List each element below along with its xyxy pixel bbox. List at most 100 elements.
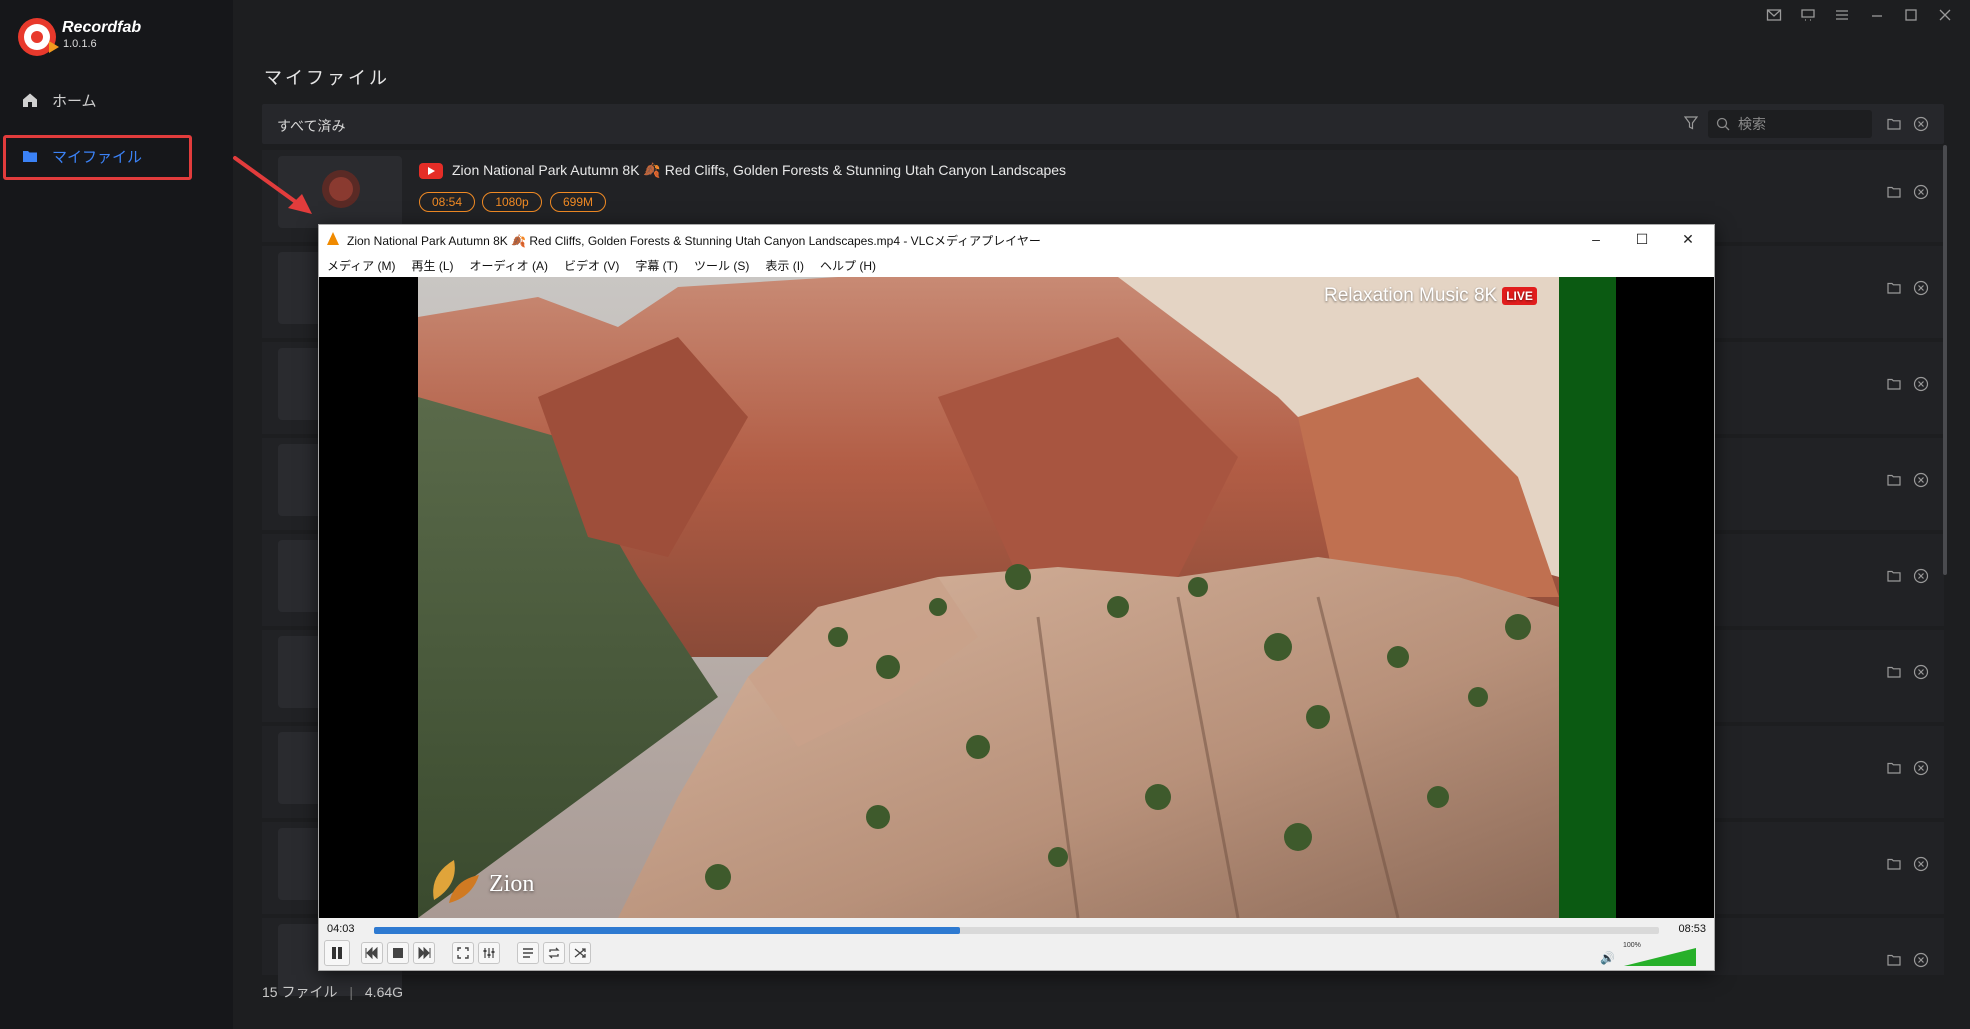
open-folder-icon[interactable] <box>1887 666 1901 678</box>
menu-audio[interactable]: オーディオ (A) <box>470 257 549 274</box>
search-icon <box>1716 117 1730 131</box>
fullscreen-button[interactable] <box>452 942 474 964</box>
delete-icon[interactable] <box>1913 376 1929 392</box>
annotation-highlight-box <box>3 135 192 180</box>
menu-icon[interactable] <box>1834 8 1850 22</box>
skip-next-icon <box>418 947 431 959</box>
skip-previous-icon <box>365 947 378 959</box>
stop-icon <box>393 948 403 958</box>
fullscreen-icon <box>457 947 469 959</box>
vlc-menubar: メディア (M) 再生 (L) オーディオ (A) ビデオ (V) 字幕 (T)… <box>319 253 1714 277</box>
delete-icon[interactable] <box>1913 184 1929 200</box>
open-folder-icon[interactable] <box>1887 118 1901 130</box>
time-elapsed: 04:03 <box>327 923 355 935</box>
menu-tools[interactable]: ツール (S) <box>694 257 749 274</box>
youtube-icon <box>419 162 443 179</box>
delete-icon[interactable] <box>1913 280 1929 296</box>
video-frame-canyon <box>418 277 1559 918</box>
equalizer-icon <box>483 948 495 958</box>
home-icon <box>23 93 37 107</box>
menu-media[interactable]: メディア (M) <box>327 257 395 274</box>
delete-icon[interactable] <box>1913 856 1929 872</box>
cart-icon[interactable] <box>1800 8 1816 22</box>
vlc-titlebar[interactable]: Zion National Park Autumn 8K 🍂 Red Cliff… <box>319 225 1714 253</box>
vlc-close-button[interactable]: ✕ <box>1676 228 1700 250</box>
open-folder-icon[interactable] <box>1887 186 1901 198</box>
open-folder-icon[interactable] <box>1887 762 1901 774</box>
sidebar-item-home[interactable]: ホーム <box>0 80 233 120</box>
open-folder-icon[interactable] <box>1887 378 1901 390</box>
sidebar-item-label: ホーム <box>52 92 97 110</box>
duration-badge: 08:54 <box>419 192 475 212</box>
file-count: 15 ファイル <box>262 984 338 1000</box>
delete-icon[interactable] <box>1913 472 1929 488</box>
page-title: マイファイル <box>264 68 390 88</box>
search-box[interactable] <box>1708 110 1872 138</box>
vlc-cone-icon <box>327 232 339 245</box>
minimize-icon[interactable] <box>1869 8 1885 22</box>
volume-slider[interactable] <box>1624 948 1696 966</box>
open-folder-icon[interactable] <box>1887 282 1901 294</box>
open-folder-icon[interactable] <box>1887 570 1901 582</box>
open-folder-icon[interactable] <box>1887 858 1901 870</box>
playlist-button[interactable] <box>517 942 539 964</box>
pause-button[interactable] <box>324 940 350 966</box>
pause-icon <box>332 947 342 959</box>
channel-name: Relaxation Music 8K <box>1324 285 1498 306</box>
previous-button[interactable] <box>361 942 383 964</box>
channel-watermark: Relaxation Music 8K LIVE <box>1324 285 1537 307</box>
loop-button[interactable] <box>543 942 565 964</box>
menu-view[interactable]: 表示 (I) <box>765 257 804 274</box>
app-name: Recordfab <box>62 19 142 36</box>
zion-logo-text: Zion <box>489 871 535 897</box>
scrollbar[interactable] <box>1943 145 1947 575</box>
sidebar: Recordfab 1.0.1.6 ホーム マイファイル <box>0 0 233 1029</box>
green-edge-bar <box>1559 277 1616 918</box>
stop-button[interactable] <box>387 942 409 964</box>
delete-icon[interactable] <box>1913 760 1929 776</box>
vlc-minimize-button[interactable]: – <box>1584 228 1608 250</box>
delete-icon[interactable] <box>1913 952 1929 968</box>
speaker-icon[interactable]: 🔊 <box>1600 951 1615 965</box>
extended-settings-button[interactable] <box>478 942 500 964</box>
shuffle-button[interactable] <box>569 942 591 964</box>
menu-video[interactable]: ビデオ (V) <box>564 257 619 274</box>
footer-summary: 15 ファイル | 4.64G <box>262 982 403 1002</box>
mail-icon[interactable] <box>1766 8 1782 22</box>
seek-bar[interactable] <box>374 927 1659 934</box>
size-badge: 699M <box>550 192 606 212</box>
filter-label[interactable]: すべて済み <box>277 116 345 136</box>
time-total: 08:53 <box>1678 923 1706 935</box>
resolution-badge: 1080p <box>482 192 542 212</box>
close-icon[interactable] <box>1937 8 1953 22</box>
file-title[interactable]: Zion National Park Autumn 8K 🍂 Red Cliff… <box>419 162 1066 179</box>
shuffle-icon <box>574 948 586 958</box>
live-badge: LIVE <box>1502 287 1537 305</box>
vlc-window[interactable]: Zion National Park Autumn 8K 🍂 Red Cliff… <box>318 224 1715 971</box>
vlc-window-title: Zion National Park Autumn 8K 🍂 Red Cliff… <box>347 234 1041 248</box>
annotation-arrow <box>233 156 312 214</box>
open-folder-icon[interactable] <box>1887 474 1901 486</box>
total-size: 4.64G <box>364 984 404 1000</box>
open-folder-icon[interactable] <box>1887 954 1901 966</box>
leaf-icon <box>433 860 479 903</box>
delete-icon[interactable] <box>1913 568 1929 584</box>
vlc-maximize-button[interactable]: ☐ <box>1630 228 1654 250</box>
menu-help[interactable]: ヘルプ (H) <box>820 257 876 274</box>
thumbnail-placeholder-logo <box>322 170 360 208</box>
seek-bar-fill <box>374 927 960 934</box>
search-input[interactable] <box>1738 110 1868 138</box>
delete-icon[interactable] <box>1913 664 1929 680</box>
clear-all-icon[interactable] <box>1913 116 1929 132</box>
app-logo <box>18 18 59 56</box>
playlist-icon <box>523 948 533 958</box>
next-button[interactable] <box>413 942 435 964</box>
menu-playback[interactable]: 再生 (L) <box>411 257 453 274</box>
filter-icon[interactable] <box>1684 116 1698 130</box>
vlc-video-area[interactable]: Relaxation Music 8K LIVE Zion <box>319 277 1714 918</box>
file-title-text: Zion National Park Autumn 8K 🍂 Red Cliff… <box>452 162 1067 178</box>
vlc-controls: 04:03 08:53 🔊 100% <box>319 918 1714 970</box>
menu-subtitle[interactable]: 字幕 (T) <box>635 257 678 274</box>
app-version: 1.0.1.6 <box>63 38 97 50</box>
maximize-icon[interactable] <box>1903 8 1919 22</box>
